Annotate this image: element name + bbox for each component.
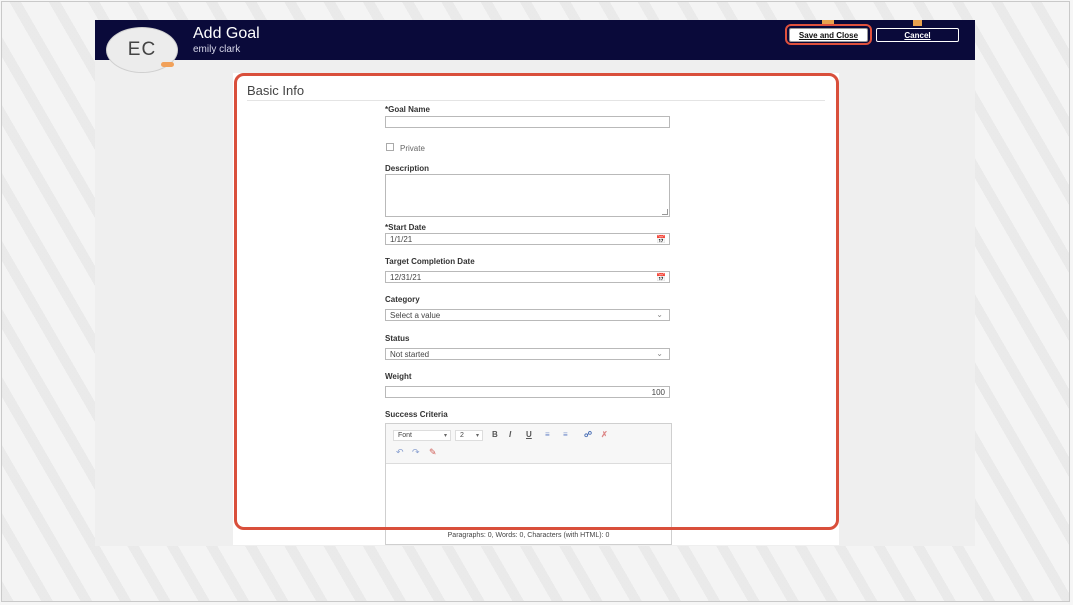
cancel-button[interactable]: Cancel bbox=[876, 28, 959, 42]
save-and-close-button[interactable]: Save and Close bbox=[789, 28, 868, 42]
avatar-initials: EC bbox=[127, 39, 157, 60]
avatar-status-dot bbox=[161, 62, 174, 67]
form-highlight-outline bbox=[234, 73, 839, 530]
user-name: emily clark bbox=[193, 44, 241, 55]
page-title: Add Goal bbox=[193, 25, 260, 42]
editor-status-bar: Paragraphs: 0, Words: 0, Characters (wit… bbox=[447, 532, 610, 539]
header-marker bbox=[913, 20, 922, 26]
